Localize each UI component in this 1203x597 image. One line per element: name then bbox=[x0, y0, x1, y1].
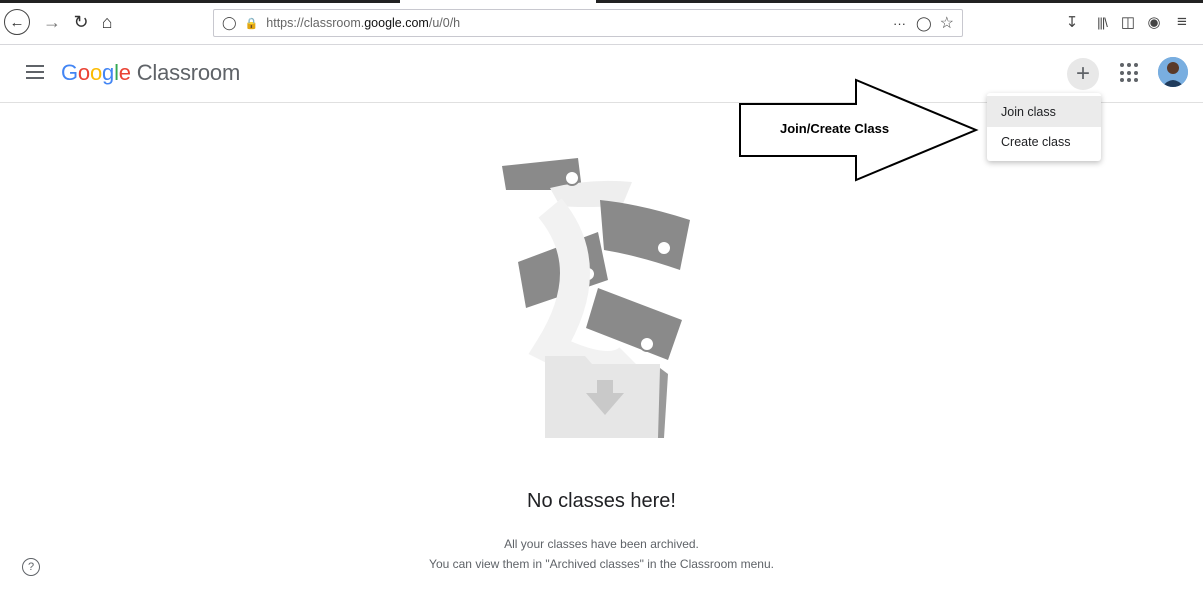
empty-classes-illustration bbox=[502, 158, 690, 438]
empty-state-title: No classes here! bbox=[527, 490, 676, 512]
home-icon[interactable]: ⌂ bbox=[94, 9, 120, 35]
menu-item-join-class[interactable]: Join class bbox=[987, 96, 1101, 127]
browser-menu-icon[interactable]: ≡ bbox=[1172, 12, 1192, 32]
tracking-shield-icon[interactable]: ◯ bbox=[222, 15, 237, 31]
url-bar[interactable]: ◯ 🔒 https://classroom.google.com/u/0/h ·… bbox=[213, 9, 963, 37]
google-apps-icon[interactable] bbox=[1120, 63, 1140, 83]
back-arrow-icon[interactable]: ← bbox=[4, 9, 30, 35]
help-icon[interactable]: ? bbox=[22, 558, 40, 576]
google-classroom-logo[interactable]: Google Classroom bbox=[61, 60, 240, 86]
annotation-label: Join/Create Class bbox=[780, 121, 890, 136]
empty-state-line-1: All your classes have been archived. bbox=[504, 537, 699, 551]
page-actions-icon[interactable]: ··· bbox=[893, 16, 906, 31]
download-icon[interactable]: ↧ bbox=[1062, 12, 1082, 32]
sidebar-icon[interactable]: ◫ bbox=[1118, 12, 1138, 32]
create-or-join-button[interactable]: + bbox=[1067, 58, 1099, 90]
hamburger-menu-icon[interactable] bbox=[26, 65, 44, 79]
account-icon[interactable]: ◉ bbox=[1144, 12, 1164, 32]
lock-icon[interactable]: 🔒 bbox=[245, 17, 259, 30]
bookmark-star-icon[interactable]: ☆ bbox=[940, 13, 954, 33]
tab-strip-right bbox=[596, 0, 1203, 3]
menu-item-create-class[interactable]: Create class bbox=[987, 126, 1101, 157]
url-text[interactable]: https://classroom.google.com/u/0/h bbox=[266, 16, 460, 30]
empty-state-line-2: You can view them in "Archived classes" … bbox=[429, 557, 774, 571]
avatar[interactable] bbox=[1158, 57, 1188, 87]
reload-icon[interactable]: ↻ bbox=[68, 9, 94, 35]
create-join-menu: Join class Create class bbox=[987, 93, 1101, 161]
library-icon[interactable]: |||\ bbox=[1092, 12, 1112, 32]
pocket-icon[interactable]: ◯ bbox=[916, 15, 932, 32]
tab-strip-left bbox=[0, 0, 400, 3]
forward-arrow-icon[interactable]: → bbox=[39, 9, 65, 35]
